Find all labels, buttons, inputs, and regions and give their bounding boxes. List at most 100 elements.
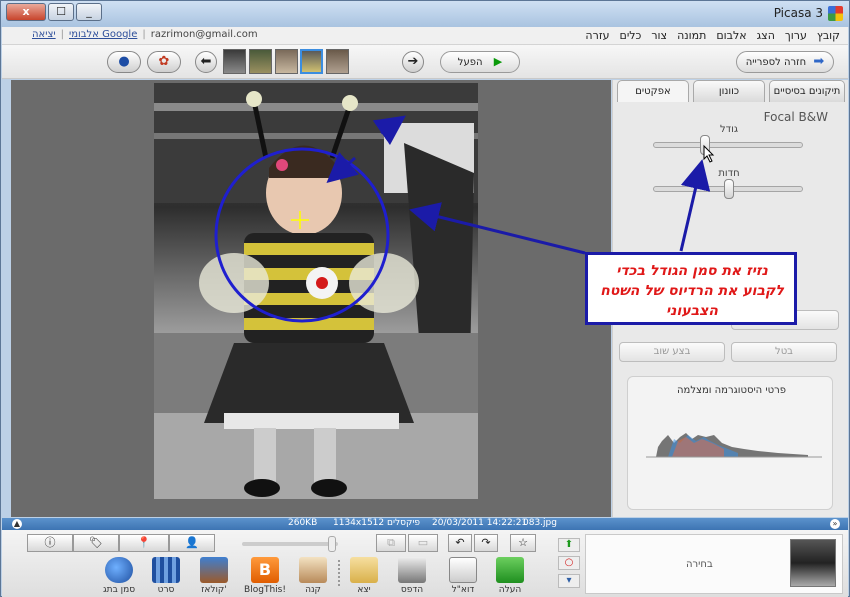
menu-album[interactable]: אלבום bbox=[716, 29, 746, 42]
menu-create[interactable]: צור bbox=[651, 29, 667, 42]
filmstrip-thumb-selected[interactable] bbox=[300, 49, 323, 74]
filmstrip-thumb[interactable] bbox=[275, 49, 298, 74]
people-button[interactable]: 👤 bbox=[169, 534, 215, 552]
upload-icon[interactable] bbox=[496, 557, 524, 583]
exit-link[interactable]: יציאה bbox=[32, 29, 56, 40]
menu-view[interactable]: הצג bbox=[757, 29, 775, 42]
arrow-right-icon: ➡ bbox=[813, 54, 825, 69]
info-button[interactable]: ⓘ bbox=[27, 534, 73, 552]
next-photo-button[interactable]: ➔ bbox=[402, 51, 424, 73]
star-button[interactable]: ☆ bbox=[510, 534, 536, 552]
menu-tools[interactable]: כלים bbox=[620, 29, 642, 42]
blogger-icon[interactable]: B bbox=[251, 557, 279, 583]
export-icon[interactable] bbox=[350, 557, 378, 583]
globe-icon: ● bbox=[118, 54, 130, 69]
edited-photo[interactable] bbox=[154, 83, 478, 499]
tab-basic-fixes[interactable]: תיקונים בסיסיים bbox=[769, 80, 845, 102]
minimize-button[interactable]: _ bbox=[76, 3, 102, 21]
title-bar: x ☐ _ Picasa 3 bbox=[1, 1, 849, 27]
menu-picture[interactable]: תמונה bbox=[677, 29, 706, 42]
separator: | bbox=[60, 29, 64, 40]
hold-button[interactable]: ⬆ bbox=[558, 538, 580, 552]
close-button[interactable]: x bbox=[6, 3, 46, 21]
geotag-icon[interactable] bbox=[105, 557, 133, 583]
shop-label: קנה bbox=[305, 585, 321, 595]
expand-right-icon[interactable]: » bbox=[830, 519, 840, 529]
toolbar: חזרה לספרייה ➡ ➔ הפעל ▶ ⬅ ✿ ● bbox=[2, 45, 848, 79]
print-icon[interactable] bbox=[398, 557, 426, 583]
annotation-text: נזיז את סמן הגודל בכדי לקבוע את הרדיוס ש… bbox=[600, 263, 784, 319]
sharpness-slider-handle[interactable] bbox=[724, 179, 734, 199]
back-to-library-button[interactable]: חזרה לספרייה ➡ bbox=[736, 51, 834, 73]
email-icon[interactable] bbox=[449, 557, 477, 583]
google-albums-link[interactable]: אלבומי Google bbox=[69, 29, 137, 40]
maximize-button[interactable]: ☐ bbox=[48, 3, 74, 21]
size-slider-label: גודל bbox=[720, 124, 738, 135]
zoom-slider-handle[interactable] bbox=[328, 536, 336, 552]
rotate-right-button[interactable]: ↷ bbox=[474, 534, 498, 552]
pin-icon: ⬆ bbox=[564, 539, 574, 550]
status-bar: ▲ 083.jpg 20/03/2011 14:22:21 1134x1512 … bbox=[2, 518, 848, 530]
compare-icon: ⧉ bbox=[387, 536, 395, 549]
sharpness-slider[interactable] bbox=[653, 179, 803, 199]
selected-photo-thumb[interactable] bbox=[790, 539, 836, 587]
share-button[interactable]: ✿ bbox=[147, 51, 181, 73]
tab-effects[interactable]: אפקטים bbox=[617, 80, 689, 102]
play-label: הפעל bbox=[457, 57, 483, 68]
fit-button[interactable]: ▭ bbox=[408, 534, 438, 552]
add-to-album-button[interactable]: ▾ bbox=[558, 574, 580, 588]
prev-photo-button[interactable]: ⬅ bbox=[195, 51, 217, 73]
export-label: יצא bbox=[357, 585, 371, 595]
info-icon: ⓘ bbox=[44, 536, 56, 549]
compare-button[interactable]: ⧉ bbox=[376, 534, 406, 552]
menu-file[interactable]: קובץ bbox=[817, 29, 840, 42]
clear-icon: ○ bbox=[564, 557, 574, 568]
filmstrip-thumb[interactable] bbox=[326, 49, 349, 74]
arrow-left-icon: ⬅ bbox=[200, 54, 212, 69]
collage-icon[interactable] bbox=[200, 557, 228, 583]
geo-button[interactable]: 📍 bbox=[119, 534, 169, 552]
tag-button[interactable]: 🏷 bbox=[73, 534, 119, 552]
menu-edit[interactable]: ערוך bbox=[785, 29, 807, 42]
map-pin-icon: 📍 bbox=[137, 536, 151, 549]
movie-label: סרט bbox=[157, 585, 175, 595]
play-icon: ▶ bbox=[493, 55, 503, 68]
tag-icon: 🏷 bbox=[89, 536, 103, 549]
histogram-chart bbox=[646, 433, 822, 458]
zoom-slider[interactable] bbox=[242, 542, 338, 546]
expand-up-icon[interactable]: ▲ bbox=[12, 519, 22, 529]
effect-name: Focal B&W bbox=[763, 110, 828, 124]
rotate-left-button[interactable]: ↶ bbox=[448, 534, 472, 552]
library-label: חזרה לספרייה bbox=[745, 57, 807, 68]
clear-button[interactable]: ○ bbox=[558, 556, 580, 570]
photo-stage bbox=[11, 80, 611, 517]
collage-label: קולאז' bbox=[201, 585, 227, 595]
filmstrip-thumb[interactable] bbox=[249, 49, 272, 74]
sharpness-slider-label: חדות bbox=[718, 168, 740, 179]
menu-help[interactable]: עזרה bbox=[585, 29, 609, 42]
movie-icon[interactable] bbox=[152, 557, 180, 583]
size-slider-handle[interactable] bbox=[700, 135, 711, 155]
print-label: הדפס bbox=[400, 585, 424, 595]
app-title: Picasa 3 bbox=[773, 6, 823, 20]
picasa-logo-icon bbox=[828, 6, 843, 21]
geotag-label: סמן בתג bbox=[102, 585, 136, 595]
cancel-button[interactable]: בטל bbox=[731, 342, 837, 362]
separator: | bbox=[142, 29, 146, 40]
selection-label: בחירה bbox=[686, 559, 713, 570]
bottom-tray: ⓘ 🏷 📍 👤 ⧉ ▭ ↶ ↷ ☆ העלה דוא"ל הדפס יצא קנ… bbox=[2, 530, 848, 597]
slideshow-play-button[interactable]: הפעל ▶ bbox=[440, 51, 520, 73]
histogram-panel: פרטי היסטוגרמה ומצלמה bbox=[627, 376, 833, 510]
rotate-right-icon: ↷ bbox=[481, 536, 491, 549]
status-datetime: 20/03/2011 14:22:21 bbox=[432, 518, 528, 528]
fit-icon: ▭ bbox=[417, 536, 429, 549]
email-label: דוא"ל bbox=[451, 585, 475, 595]
size-slider[interactable] bbox=[653, 135, 803, 155]
redo-button[interactable]: בצע שוב bbox=[619, 342, 725, 362]
photo-illustration bbox=[154, 83, 478, 499]
shop-icon[interactable] bbox=[299, 557, 327, 583]
tab-tuning[interactable]: כוונון bbox=[693, 80, 765, 102]
arrow-right-icon: ➔ bbox=[407, 54, 419, 69]
filmstrip-thumb[interactable] bbox=[223, 49, 246, 74]
globe-button[interactable]: ● bbox=[107, 51, 141, 73]
